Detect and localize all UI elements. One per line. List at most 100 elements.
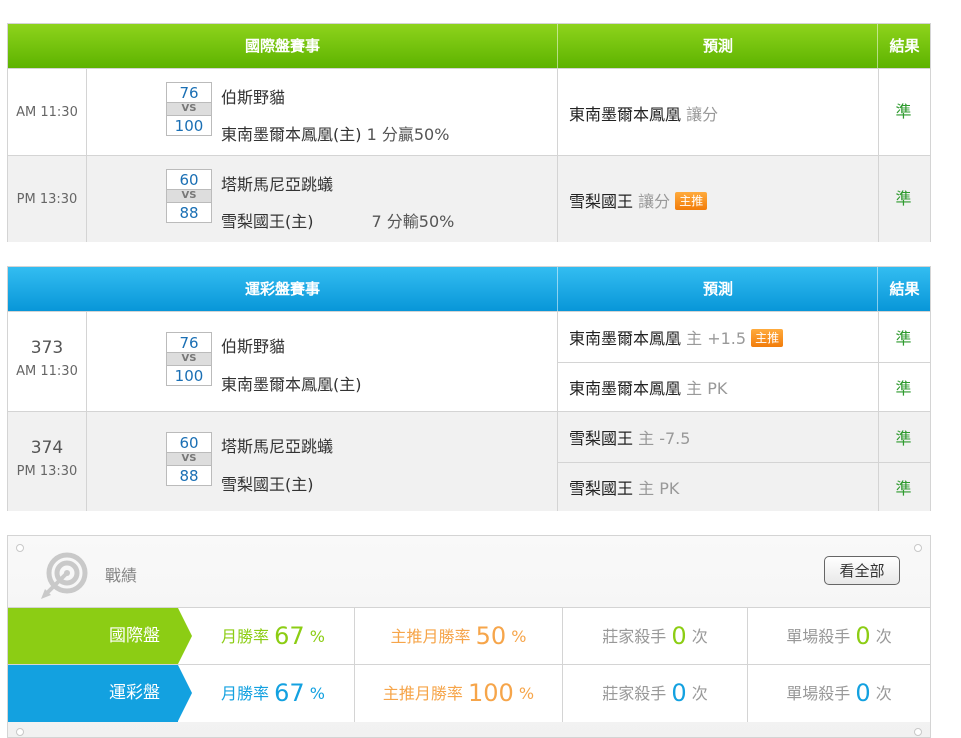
label-arrow xyxy=(178,608,192,664)
record-row-intl: 國際盤 月勝率 67 % 主推月勝率 50 % 莊家殺手 0 次 單場殺手 0 … xyxy=(8,607,930,665)
pred-detail: 主 +1.5 xyxy=(686,329,747,348)
bookie-killer: 莊家殺手 0 次 xyxy=(563,665,748,722)
score-box: 76 VS 100 xyxy=(166,82,212,136)
handicap-result: 7 分輸50% xyxy=(371,212,455,231)
home-team[interactable]: 東南墨爾本鳳凰(主) xyxy=(221,125,362,144)
monthly-win-rate: 月勝率 67 % xyxy=(192,608,355,665)
pred-team: 雪梨國王 xyxy=(569,192,634,211)
prediction-header: 預測 xyxy=(557,267,878,311)
match-time: 373 AM 11:30 xyxy=(8,312,87,411)
home-team[interactable]: 雪梨國王(主) xyxy=(221,471,314,495)
match-teams: 60 VS 88 塔斯馬尼亞跳蟻 雪梨國王(主) xyxy=(86,412,557,511)
result-mark: 準 xyxy=(895,429,912,448)
home-team-line: 東南墨爾本鳳凰(主) 1 分贏50% xyxy=(221,121,449,145)
main-pick-badge: 主推 xyxy=(675,192,708,210)
vs-label: VS xyxy=(166,453,212,465)
corner-dot xyxy=(914,728,922,736)
result-mark: 準 xyxy=(895,479,912,498)
record-label[interactable]: 運彩盤 xyxy=(8,665,178,722)
record-title: 戰績 xyxy=(105,566,138,585)
away-score: 76 xyxy=(166,332,212,353)
result-mark: 準 xyxy=(895,329,912,348)
main-pick-badge: 主推 xyxy=(751,329,784,347)
home-team[interactable]: 東南墨爾本鳳凰(主) xyxy=(221,371,362,395)
pred-detail: 主 -7.5 xyxy=(638,429,691,448)
target-icon xyxy=(41,552,88,599)
pred-type: 讓分 xyxy=(638,192,671,211)
match-row: 374 PM 13:30 60 VS 88 塔斯馬尼亞跳蟻 雪梨國王(主) 雪梨… xyxy=(8,411,930,511)
row-divider xyxy=(557,362,930,363)
vs-label: VS xyxy=(166,190,212,202)
match-number: 373 xyxy=(30,338,64,358)
single-killer: 單場殺手 0 次 xyxy=(786,622,892,650)
score-box: 60 VS 88 xyxy=(166,169,212,223)
match-teams: 76 VS 100 伯斯野貓 東南墨爾本鳳凰(主) 1 分贏50% xyxy=(86,69,557,155)
main-pick-win-rate: 主推月勝率 100 % xyxy=(355,665,563,722)
result-mark: 準 xyxy=(895,379,912,398)
pred-team: 東南墨爾本鳳凰 xyxy=(569,329,682,348)
main-pick-win-rate: 主推月勝率 50 % xyxy=(355,608,563,665)
lottery-table: 運彩盤賽事 預測 結果 373 AM 11:30 76 VS 100 伯斯野貓 … xyxy=(7,266,931,511)
home-score: 88 xyxy=(166,465,212,486)
prediction-cell: 雪梨國王 讓分 主推 xyxy=(557,156,879,242)
away-team[interactable]: 伯斯野貓 xyxy=(221,333,285,357)
intl-title: 國際盤賽事 xyxy=(244,37,320,55)
row-divider xyxy=(557,462,930,463)
corner-dot xyxy=(16,728,24,736)
result-mark: 準 xyxy=(895,189,912,208)
match-teams: 60 VS 88 塔斯馬尼亞跳蟻 雪梨國王(主) 7 分輸50% xyxy=(86,156,557,242)
view-all-button[interactable]: 看全部 xyxy=(824,556,900,585)
away-score: 76 xyxy=(166,82,212,103)
intl-table-header: 國際盤賽事 預測 結果 xyxy=(8,24,930,68)
lottery-title: 運彩盤賽事 xyxy=(244,280,320,298)
corner-dot xyxy=(914,544,922,552)
match-row: 373 AM 11:30 76 VS 100 伯斯野貓 東南墨爾本鳳凰(主) 東… xyxy=(8,311,930,411)
prediction-header: 預測 xyxy=(557,24,878,68)
match-time-text: PM 13:30 xyxy=(16,464,78,479)
corner-dot xyxy=(16,544,24,552)
home-score: 88 xyxy=(166,202,212,223)
home-team-line: 雪梨國王(主) 7 分輸50% xyxy=(221,208,454,232)
result-mark: 準 xyxy=(895,102,912,121)
away-team[interactable]: 伯斯野貓 xyxy=(221,84,285,108)
result-cell: 準 準 xyxy=(877,312,930,411)
monthly-win-rate: 月勝率 67 % xyxy=(192,665,355,722)
match-time: PM 13:30 xyxy=(8,156,87,242)
record-label[interactable]: 國際盤 xyxy=(8,608,178,665)
pred-team: 雪梨國王 xyxy=(569,479,634,498)
label-arrow xyxy=(178,665,192,721)
result-header: 結果 xyxy=(877,267,931,311)
pred-detail: 主 PK xyxy=(638,479,680,498)
lottery-table-header: 運彩盤賽事 預測 結果 xyxy=(8,267,930,311)
home-score: 100 xyxy=(166,365,212,386)
pred-team: 東南墨爾本鳳凰 xyxy=(569,379,682,398)
score-box: 76 VS 100 xyxy=(166,332,212,386)
match-row: AM 11:30 76 VS 100 伯斯野貓 東南墨爾本鳳凰(主) 1 分贏5… xyxy=(8,68,930,155)
match-time: AM 11:30 xyxy=(8,69,87,155)
vs-label: VS xyxy=(166,353,212,365)
home-score: 100 xyxy=(166,115,212,136)
pred-team: 雪梨國王 xyxy=(569,429,634,448)
record-row-lottery: 運彩盤 月勝率 67 % 主推月勝率 100 % 莊家殺手 0 次 單場殺手 0… xyxy=(8,664,930,722)
match-time-text: AM 11:30 xyxy=(16,364,78,379)
match-number: 374 xyxy=(30,438,64,458)
home-team[interactable]: 雪梨國王(主) xyxy=(221,212,314,231)
match-time: 374 PM 13:30 xyxy=(8,412,87,511)
result-header: 結果 xyxy=(877,24,931,68)
handicap-result: 1 分贏50% xyxy=(366,125,450,144)
score-box: 60 VS 88 xyxy=(166,432,212,486)
result-cell: 準 準 xyxy=(877,412,930,511)
away-score: 60 xyxy=(166,169,212,190)
away-team[interactable]: 塔斯馬尼亞跳蟻 xyxy=(221,433,333,457)
record-panel: 戰績 看全部 國際盤 月勝率 67 % 主推月勝率 50 % 莊家殺手 0 次 … xyxy=(7,535,931,738)
away-team[interactable]: 塔斯馬尼亞跳蟻 xyxy=(221,171,333,195)
away-score: 60 xyxy=(166,432,212,453)
pred-team: 東南墨爾本鳳凰 xyxy=(569,105,682,124)
vs-label: VS xyxy=(166,103,212,115)
single-killer: 單場殺手 0 次 xyxy=(786,679,892,707)
intl-table: 國際盤賽事 預測 結果 AM 11:30 76 VS 100 伯斯野貓 東南墨爾… xyxy=(7,23,931,242)
match-row: PM 13:30 60 VS 88 塔斯馬尼亞跳蟻 雪梨國王(主) 7 分輸50%… xyxy=(8,155,930,242)
prediction-cell: 東南墨爾本鳳凰 讓分 xyxy=(557,69,879,155)
match-teams: 76 VS 100 伯斯野貓 東南墨爾本鳳凰(主) xyxy=(86,312,557,411)
pred-detail: 主 PK xyxy=(686,379,728,398)
